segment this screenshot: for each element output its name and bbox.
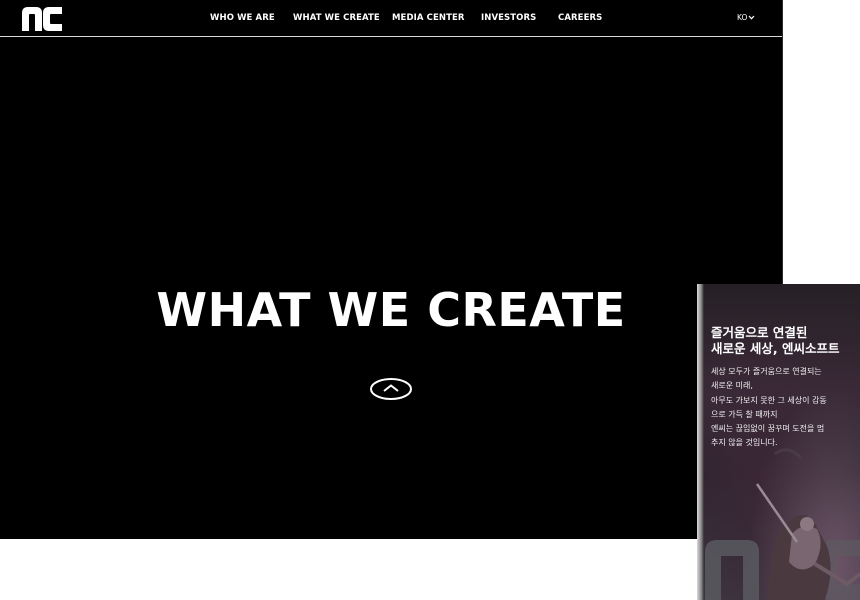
promo-card[interactable]: 즐거움으로 연결된 새로운 세상, 엔씨소프트 세상 모두가 즐거움으로 연결되… bbox=[697, 284, 860, 600]
card-body-line: 세상 모두가 즐거움으로 연결되는 bbox=[711, 367, 822, 376]
nav-investors[interactable]: INVESTORS bbox=[481, 13, 536, 23]
card-body-line: 엔씨는 끊임없이 꿈꾸며 도전을 멈 bbox=[711, 424, 825, 434]
card-heading-line: 새로운 세상, 엔씨소프트 bbox=[711, 341, 840, 356]
card-heading: 즐거움으로 연결된 새로운 세상, 엔씨소프트 bbox=[711, 325, 856, 357]
nav-media-center[interactable]: MEDIA CENTER bbox=[392, 13, 465, 23]
nav-careers[interactable]: CAREERS bbox=[558, 13, 602, 23]
chevron-down-icon bbox=[748, 15, 755, 20]
card-heading-line: 즐거움으로 연결된 bbox=[711, 325, 808, 340]
main-site-frame: WHO WE ARE WHAT WE CREATE MEDIA CENTER I… bbox=[0, 0, 783, 539]
site-header: WHO WE ARE WHAT WE CREATE MEDIA CENTER I… bbox=[0, 0, 782, 37]
card-body: 세상 모두가 즐거움으로 연결되는 새로운 미래, 아무도 가보지 못한 그 세… bbox=[711, 365, 856, 451]
hero-title: WHAT WE CREATE bbox=[156, 283, 626, 337]
scroll-up-button[interactable] bbox=[369, 377, 413, 401]
nav-what-we-create[interactable]: WHAT WE CREATE bbox=[293, 13, 380, 23]
chevron-up-icon bbox=[383, 384, 399, 392]
card-body-line: 으로 가득 찰 때까지 bbox=[711, 409, 778, 419]
card-body-line: 새로운 미래, bbox=[711, 381, 753, 391]
nc-logo[interactable] bbox=[22, 7, 62, 31]
language-label: KO bbox=[737, 13, 748, 22]
language-selector[interactable]: KO bbox=[737, 13, 755, 22]
nav-who-we-are[interactable]: WHO WE ARE bbox=[210, 13, 275, 23]
card-body-line: 추지 않을 것입니다. bbox=[711, 438, 778, 448]
card-body-line: 아무도 가보지 못한 그 세상이 감동 bbox=[711, 395, 827, 405]
